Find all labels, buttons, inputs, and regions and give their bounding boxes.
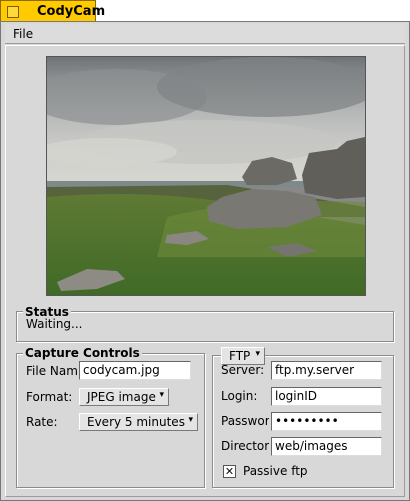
window-tab[interactable]: CodyCam (0, 0, 105, 21)
file-name-input[interactable]: codycam.jpg (79, 361, 191, 380)
ftp-menu-label: FTP (229, 349, 251, 363)
capture-controls-title: Capture Controls (23, 346, 142, 360)
close-box-icon[interactable] (7, 6, 19, 18)
menubar: File (5, 24, 405, 44)
rate-select[interactable]: Every 5 minutes ▾ (79, 413, 198, 431)
login-input[interactable]: loginID (271, 387, 382, 406)
directory-label: Directory: (221, 439, 269, 453)
window-body: File Status Waiting... Capture Controls … (0, 21, 410, 501)
password-label: Password: (221, 414, 269, 428)
directory-input[interactable]: web/images (271, 437, 382, 456)
server-label: Server: (221, 363, 265, 377)
passive-ftp-label: Passive ftp (243, 464, 308, 478)
format-select[interactable]: JPEG image ▾ (79, 388, 169, 406)
file-name-label: File Name: (26, 364, 78, 378)
rate-label: Rate: (26, 415, 58, 429)
login-label: Login: (221, 389, 258, 403)
status-text: Waiting... (26, 317, 83, 331)
password-input[interactable]: ••••••••• (271, 412, 382, 431)
chevron-down-icon: ▾ (188, 415, 193, 425)
rate-select-value: Every 5 minutes (87, 415, 185, 429)
window-title: CodyCam (37, 4, 106, 19)
passive-ftp-checkbox[interactable]: ✕ (223, 465, 236, 478)
chevron-down-icon: ▾ (255, 349, 260, 359)
chevron-down-icon: ▾ (159, 390, 164, 400)
webcam-preview-image (27, 56, 377, 296)
server-input[interactable]: ftp.my.server (271, 361, 382, 380)
menu-file[interactable]: File (13, 27, 33, 41)
format-label: Format: (26, 390, 73, 404)
format-select-value: JPEG image (87, 390, 156, 404)
